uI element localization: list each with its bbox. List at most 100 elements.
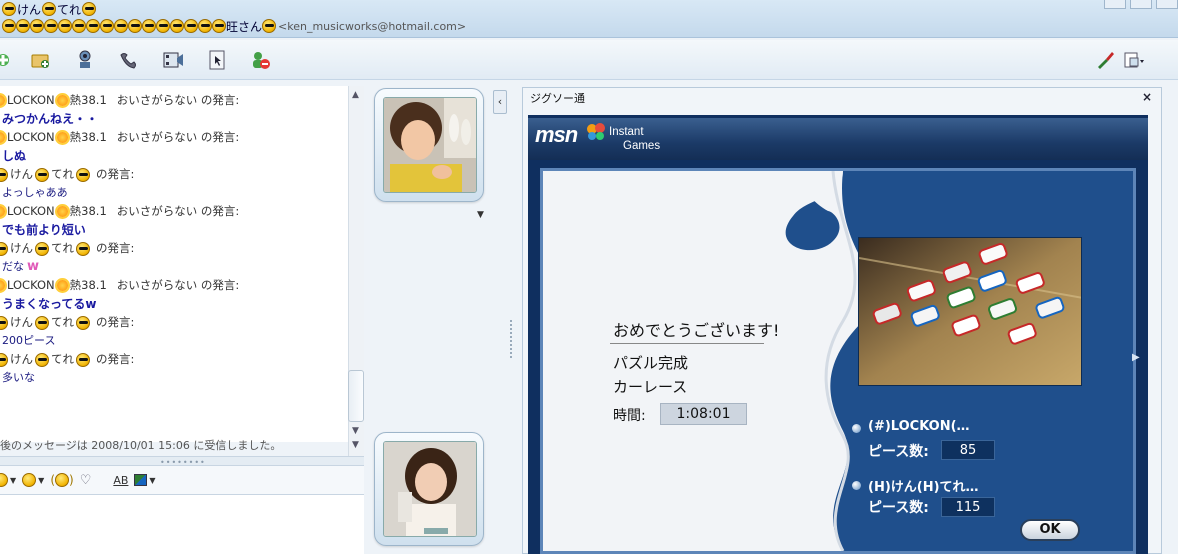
- cool-emoticon-icon: [76, 167, 90, 182]
- call-icon[interactable]: [118, 49, 140, 71]
- puzzle-photo-car-race: [858, 237, 1082, 386]
- cool-emoticon-icon: [184, 19, 198, 33]
- panel-splitter[interactable]: [510, 320, 513, 358]
- player-bullet-icon: [852, 424, 861, 433]
- cool-emoticon-icon: [35, 352, 49, 367]
- speaker-name: てれ: [51, 315, 74, 329]
- speaker-name: けん: [10, 167, 33, 181]
- cool-emoticon-icon: [35, 167, 49, 182]
- message-header: LOCKON 熱38.1 おいさがらない の発言:: [0, 203, 350, 220]
- dropdown-arrow-icon: ▼: [38, 475, 45, 485]
- maximize-button[interactable]: [1130, 0, 1152, 9]
- cool-emoticon-icon: [42, 2, 57, 16]
- speaker-suffix: の発言:: [96, 241, 135, 255]
- speaker-status: 熱38.1: [69, 93, 107, 107]
- message-header: けん てれ の発言:: [0, 314, 350, 331]
- message-header: けん てれ の発言:: [0, 351, 350, 368]
- speaker-name: てれ: [51, 167, 74, 181]
- ok-button[interactable]: OK: [1020, 519, 1080, 541]
- paint-brush-icon[interactable]: [1094, 49, 1116, 71]
- background-icon: [134, 474, 148, 486]
- cool-emoticon-icon: [128, 19, 142, 33]
- player1-pieces-value: 85: [941, 440, 995, 460]
- close-window-button[interactable]: [1156, 0, 1178, 9]
- message-text: みつかんねえ・・: [0, 109, 350, 129]
- speaker-status: 熱38.1: [69, 130, 107, 144]
- message-header: けん てれ の発言:: [0, 166, 350, 183]
- message-text: 多いな: [0, 368, 350, 388]
- speaker-suffix: おいさがらない の発言:: [116, 130, 240, 144]
- puzzle-name-label: カーレース: [613, 378, 688, 396]
- speaker-suffix: おいさがらない の発言:: [116, 204, 240, 218]
- speaker-name: LOCKON: [7, 204, 55, 218]
- avatar-menu-arrow-icon[interactable]: ▼: [477, 210, 484, 220]
- nudge-tool[interactable]: (): [50, 473, 74, 487]
- scroll-up-icon[interactable]: ▲: [352, 90, 359, 100]
- wink-tool[interactable]: ▼: [22, 473, 44, 487]
- cool-emoticon-icon: [58, 19, 72, 33]
- sun-emoticon-icon: [56, 280, 68, 291]
- video-icon[interactable]: [162, 49, 184, 71]
- block-icon[interactable]: [250, 49, 272, 71]
- background-tool[interactable]: ▼: [134, 474, 156, 486]
- display-options-icon[interactable]: [1122, 49, 1144, 71]
- speaker-name: てれ: [51, 241, 74, 255]
- speaker-name: LOCKON: [7, 130, 55, 144]
- nudge-icon: ): [69, 473, 74, 487]
- emoticon-tool[interactable]: ▼: [0, 473, 16, 487]
- message-text-content: しぬ: [2, 149, 27, 163]
- message-text-content: よっしゃああ: [2, 186, 68, 199]
- speaker-name: けん: [10, 352, 33, 366]
- cool-emoticon-icon: [2, 19, 16, 33]
- cool-emoticon-icon: [16, 19, 30, 33]
- speaker-suffix: の発言:: [96, 167, 135, 181]
- player1-pieces-label: ピース数:: [868, 444, 929, 460]
- contact-display-picture[interactable]: [374, 88, 484, 202]
- speaker-name: LOCKON: [7, 278, 55, 292]
- my-photo: [383, 441, 477, 537]
- scroll-down-icon[interactable]: ▼: [352, 426, 359, 436]
- cool-emoticon-icon: [170, 19, 184, 33]
- msn-logo: msn: [535, 122, 578, 147]
- my-display-picture[interactable]: [374, 432, 484, 546]
- send-files-icon[interactable]: [30, 49, 52, 71]
- minimize-button[interactable]: [1104, 0, 1126, 9]
- invite-contact-icon[interactable]: [0, 49, 14, 71]
- player2-pieces-value: 115: [941, 497, 995, 517]
- close-activity-button[interactable]: ×: [1142, 90, 1152, 104]
- collapse-panel-button[interactable]: ‹: [493, 90, 507, 114]
- toolbar: [0, 40, 1178, 80]
- window-controls: [1104, 0, 1178, 9]
- cool-emoticon-icon: [114, 19, 128, 33]
- webcam-icon[interactable]: [74, 49, 96, 71]
- board-arrow-icon: ▶: [1132, 352, 1140, 363]
- speaker-status: 熱38.1: [69, 278, 107, 292]
- message-text-content: でも前より短い: [2, 223, 86, 237]
- font-tool-label: AB: [113, 473, 129, 487]
- voice-clip-tool[interactable]: ♡: [80, 473, 92, 488]
- message-text-content: うまくなってるw: [2, 297, 97, 311]
- activities-icon[interactable]: [206, 49, 228, 71]
- message-text: うまくなってるw: [0, 294, 350, 314]
- message-header: LOCKON 熱38.1 おいさがらない の発言:: [0, 92, 350, 109]
- title-line-1: けん てれ: [2, 1, 97, 17]
- sun-emoticon-icon: [0, 206, 5, 217]
- cool-emoticon-icon: [0, 241, 8, 256]
- cool-emoticon-icon: [35, 241, 49, 256]
- scrollbar-thumb[interactable]: [348, 370, 364, 422]
- cool-emoticon-icon: [0, 315, 8, 330]
- scroll-end-icon[interactable]: ▼: [352, 440, 359, 450]
- activity-title: ジグソー通: [530, 92, 585, 105]
- cool-emoticon-icon: [72, 19, 86, 33]
- last-message-status: 後のメッセージは 2008/10/01 15:06 に受信しました。: [0, 439, 282, 452]
- font-tool[interactable]: AB: [113, 474, 128, 487]
- cool-emoticon-icon: [82, 2, 97, 16]
- message-input[interactable]: [0, 494, 364, 554]
- wink-icon: [22, 473, 37, 487]
- message-header: LOCKON 熱38.1 おいさがらない の発言:: [0, 129, 350, 146]
- message-text: だな w: [0, 257, 350, 277]
- contact-email: <ken_musicworks@hotmail.com>: [278, 19, 467, 33]
- cool-emoticon-icon: [30, 19, 44, 33]
- cool-emoticon-icon: [0, 167, 8, 182]
- heart-icon: ♡: [79, 472, 92, 488]
